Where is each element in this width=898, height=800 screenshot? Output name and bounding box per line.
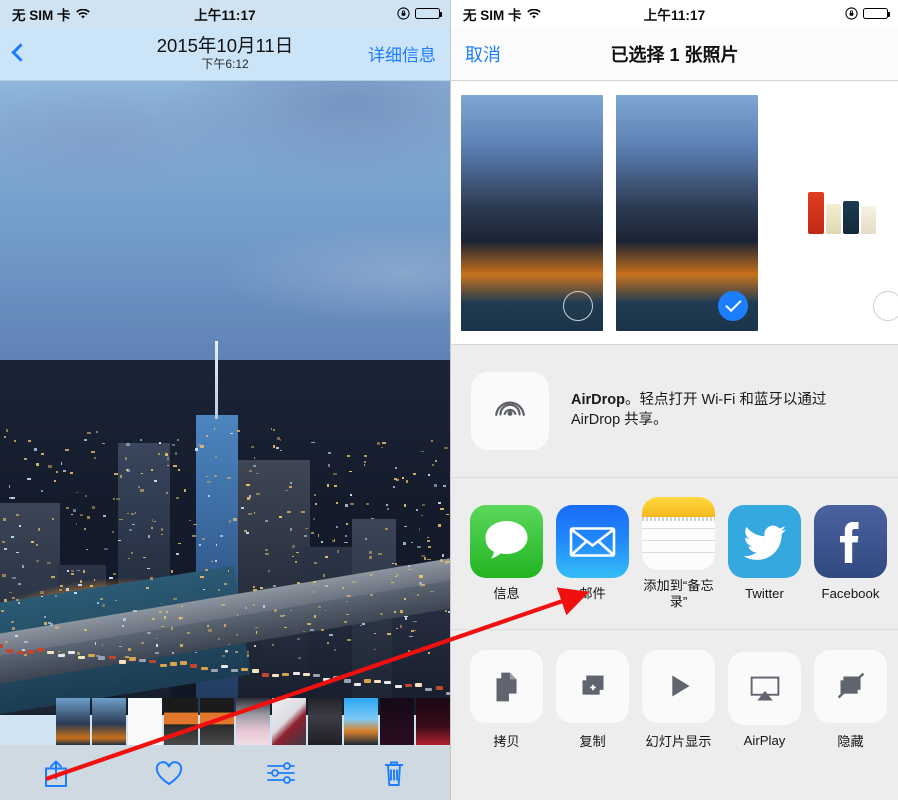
airdrop-icon[interactable] (471, 372, 549, 450)
filmstrip-thumb[interactable] (416, 698, 450, 745)
filmstrip-thumb[interactable] (380, 698, 414, 745)
cancel-button[interactable]: 取消 (465, 41, 501, 67)
airdrop-description: AirDrop。轻点打开 Wi-Fi 和蓝牙以通过 AirDrop 共享。 (571, 391, 878, 430)
mail-icon[interactable] (556, 505, 629, 578)
share-app-notes[interactable]: 添加到“备忘录” (642, 497, 715, 611)
facebook-icon[interactable] (814, 505, 887, 578)
share-sheet-nav-bar: 取消 已选择 1 张照片 (451, 27, 898, 81)
selection-checkbox[interactable] (873, 291, 898, 321)
app-label: 邮件 (556, 586, 629, 603)
action-label: AirPlay (728, 733, 801, 748)
selected-count-title: 已选择 1 张照片 (451, 41, 898, 67)
picker-thumbnail (771, 192, 898, 234)
app-label: Facebook (814, 586, 887, 603)
filmstrip-thumb[interactable] (272, 698, 306, 745)
photo-image (0, 81, 450, 715)
status-left-group: 无 SIM 卡 (463, 4, 541, 24)
share-app-mail[interactable]: 邮件 (556, 505, 629, 603)
action-label: 拷贝 (470, 731, 543, 750)
app-label: 信息 (470, 586, 543, 603)
airdrop-row[interactable]: AirDrop。轻点打开 Wi-Fi 和蓝牙以通过 AirDrop 共享。 (451, 345, 898, 478)
selection-checkbox-selected[interactable] (718, 291, 748, 321)
copy-icon[interactable] (470, 650, 543, 723)
carrier-label: 无 SIM 卡 (463, 4, 522, 24)
photo-cityscape (0, 360, 450, 715)
left-phone-screen: 无 SIM 卡 上午11:17 2015年10月11日 下午6:12 详细信息 (0, 0, 450, 800)
rotation-lock-icon (845, 7, 858, 20)
photo-filmstrip[interactable] (0, 690, 450, 745)
action-slideshow[interactable]: 幻灯片显示 (642, 650, 715, 750)
status-right-group (397, 7, 440, 20)
share-icon[interactable] (39, 756, 73, 790)
left-status-bar: 无 SIM 卡 上午11:17 (0, 0, 450, 27)
filmstrip-thumb[interactable] (128, 698, 162, 745)
right-status-bar: 无 SIM 卡 上午11:17 (451, 0, 898, 27)
wifi-icon (527, 8, 541, 19)
screenshot-root: 无 SIM 卡 上午11:17 2015年10月11日 下午6:12 详细信息 (0, 0, 898, 800)
wifi-icon (76, 8, 90, 19)
status-right-group (845, 7, 888, 20)
back-chevron-icon[interactable] (11, 43, 29, 61)
picker-item[interactable] (771, 95, 898, 331)
left-nav-bar: 2015年10月11日 下午6:12 详细信息 (0, 27, 450, 81)
rotation-lock-icon (397, 7, 410, 20)
app-label: 添加到“备忘录” (642, 578, 715, 611)
airplay-icon[interactable] (728, 652, 801, 725)
share-actions-row[interactable]: 拷贝 复制 幻灯片显示 AirPlay 隐藏 (451, 630, 898, 770)
trash-icon[interactable] (377, 756, 411, 790)
notes-icon[interactable] (642, 497, 715, 570)
play-icon[interactable] (642, 650, 715, 723)
hide-icon[interactable] (814, 650, 887, 723)
share-app-facebook[interactable]: Facebook (814, 505, 887, 603)
left-bottom-toolbar (0, 745, 450, 800)
filmstrip-thumb[interactable] (56, 698, 90, 745)
battery-icon (415, 8, 440, 20)
photo-spire (215, 341, 218, 419)
picker-item[interactable] (461, 95, 603, 331)
photo-viewer[interactable] (0, 81, 450, 715)
messages-icon[interactable] (470, 505, 543, 578)
action-duplicate[interactable]: 复制 (556, 650, 629, 750)
action-copy[interactable]: 拷贝 (470, 650, 543, 750)
selection-checkbox[interactable] (563, 291, 593, 321)
action-hide[interactable]: 隐藏 (814, 650, 887, 750)
carrier-label: 无 SIM 卡 (12, 4, 71, 24)
share-app-twitter[interactable]: Twitter (728, 505, 801, 603)
filmstrip-thumb[interactable] (200, 698, 234, 745)
twitter-icon[interactable] (728, 505, 801, 578)
heart-icon[interactable] (152, 756, 186, 790)
action-label: 隐藏 (814, 731, 887, 750)
filmstrip-thumb[interactable] (344, 698, 378, 745)
battery-icon (863, 8, 888, 20)
filmstrip-thumb[interactable] (236, 698, 270, 745)
detail-info-button[interactable]: 详细信息 (368, 41, 436, 66)
airdrop-label: AirDrop (571, 392, 625, 408)
right-phone-screen: 无 SIM 卡 上午11:17 取消 已选择 1 张照片 AirDrop。轻点打… (450, 0, 898, 800)
action-airplay[interactable]: AirPlay (728, 652, 801, 748)
status-left-group: 无 SIM 卡 (12, 4, 90, 24)
action-label: 幻灯片显示 (642, 731, 715, 750)
adjustments-icon[interactable] (264, 756, 298, 790)
picker-item[interactable] (616, 95, 758, 331)
filmstrip-thumb[interactable] (308, 698, 342, 745)
photo-picker-strip[interactable] (451, 81, 898, 345)
action-label: 复制 (556, 731, 629, 750)
app-label: Twitter (728, 586, 801, 603)
filmstrip-thumb[interactable] (164, 698, 198, 745)
share-app-messages[interactable]: 信息 (470, 505, 543, 603)
share-apps-row[interactable]: 信息 邮件 添加到“备忘录” Twitter Facebook (451, 478, 898, 630)
filmstrip-thumb[interactable] (92, 698, 126, 745)
duplicate-icon[interactable] (556, 650, 629, 723)
